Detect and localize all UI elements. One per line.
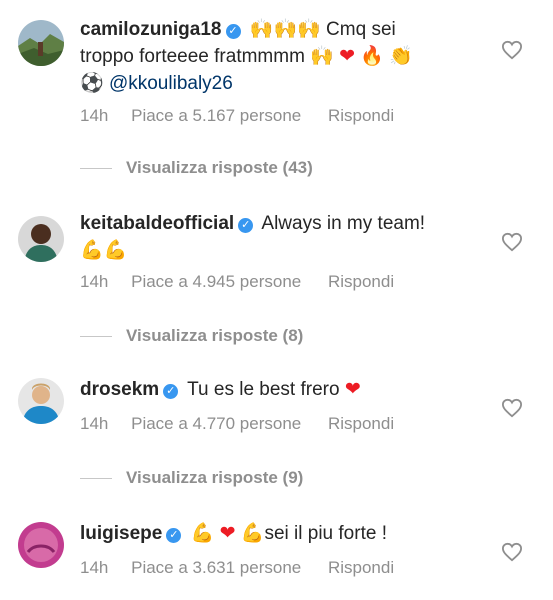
username[interactable]: drosekm	[80, 379, 159, 400]
comment-body: luigisepe ✓ 💪 ❤ 💪sei il piu forte !	[80, 520, 493, 547]
view-replies-label: Visualizza risposte (43)	[126, 158, 313, 177]
comment-text: Cmq sei	[326, 19, 396, 40]
likes-count[interactable]: Piace a 4.770 persone	[131, 414, 301, 433]
flexed-biceps-icon: 💪💪	[80, 239, 128, 261]
divider-line	[80, 335, 112, 337]
divider-line	[80, 477, 112, 479]
comment-text: troppo forteeee fratmmmm	[80, 46, 305, 67]
timestamp: 14h	[80, 414, 109, 433]
view-replies-label: Visualizza risposte (8)	[126, 326, 304, 345]
comment-body: camilozuniga18 ✓ 🙌🙌🙌 Cmq sei troppo forte…	[80, 16, 493, 97]
reply-button[interactable]: Rispondi	[328, 558, 394, 577]
heart-outline-icon[interactable]	[501, 40, 523, 60]
comment-text: sei il piu forte !	[264, 523, 387, 544]
heart-outline-icon[interactable]	[501, 542, 523, 562]
view-replies-button[interactable]: Visualizza risposte (9)	[80, 468, 303, 488]
reply-button[interactable]: Rispondi	[328, 272, 394, 291]
comment-meta: 14h Piace a 5.167 persone Rispondi	[80, 106, 416, 126]
comment-luigisepe: luigisepe ✓ 💪 ❤ 💪sei il piu forte ! 14h P…	[0, 516, 553, 600]
verified-badge-icon: ✓	[238, 218, 254, 233]
timestamp: 14h	[80, 558, 109, 577]
verified-badge-icon: ✓	[163, 384, 179, 399]
raising-hands-icon: 🙌	[310, 45, 334, 67]
divider-line	[80, 167, 112, 169]
likes-count[interactable]: Piace a 4.945 persone	[131, 272, 301, 291]
username[interactable]: camilozuniga18	[80, 19, 222, 40]
likes-count[interactable]: Piace a 3.631 persone	[131, 558, 301, 577]
timestamp: 14h	[80, 106, 109, 125]
comment-keitabaldeofficial: keitabaldeofficial ✓ Always in my team! 💪…	[0, 206, 553, 306]
username[interactable]: keitabaldeofficial	[80, 213, 234, 234]
timestamp: 14h	[80, 272, 109, 291]
comment-body: keitabaldeofficial ✓ Always in my team! 💪…	[80, 210, 493, 264]
fire-icon: 🔥	[360, 45, 385, 67]
red-heart-icon: ❤	[344, 378, 361, 400]
heart-outline-icon[interactable]	[501, 232, 523, 252]
likes-count[interactable]: Piace a 5.167 persone	[131, 106, 301, 125]
comment-camilozuniga18: camilozuniga18 ✓ 🙌🙌🙌 Cmq sei troppo forte…	[0, 12, 553, 132]
username[interactable]: luigisepe	[80, 523, 162, 544]
comment-meta: 14h Piace a 4.770 persone Rispondi	[80, 414, 416, 434]
comment-body: drosekm ✓ Tu es le best frero ❤	[80, 376, 493, 403]
heart-outline-icon[interactable]	[501, 398, 523, 418]
view-replies-button[interactable]: Visualizza risposte (8)	[80, 326, 303, 346]
mention-link[interactable]: @kkoulibaly26	[109, 73, 233, 94]
reply-button[interactable]: Rispondi	[328, 414, 394, 433]
flexed-biceps-icon: 💪	[190, 522, 215, 544]
red-heart-icon: ❤	[339, 45, 356, 67]
soccer-ball-icon: ⚽	[80, 72, 104, 94]
comment-drosekm: drosekm ✓ Tu es le best frero ❤ 14h Piace…	[0, 372, 553, 452]
comment-meta: 14h Piace a 4.945 persone Rispondi	[80, 272, 416, 292]
view-replies-label: Visualizza risposte (9)	[126, 468, 304, 487]
verified-badge-icon: ✓	[166, 528, 182, 543]
comment-text: Always in my team!	[261, 213, 426, 234]
comment-meta: 14h Piace a 3.631 persone Rispondi	[80, 558, 416, 578]
avatar-drosekm[interactable]	[18, 378, 64, 424]
avatar-luigisepe[interactable]	[18, 522, 64, 568]
clapping-hands-icon: 👏	[389, 45, 413, 67]
avatar-keitabaldeofficial[interactable]	[18, 216, 64, 262]
flexed-biceps-icon: 💪	[240, 522, 265, 544]
verified-badge-icon: ✓	[225, 24, 241, 39]
comment-text: Tu es le best frero	[187, 379, 340, 400]
avatar-camilozuniga18[interactable]	[18, 20, 64, 66]
view-replies-button[interactable]: Visualizza risposte (43)	[80, 158, 313, 178]
reply-button[interactable]: Rispondi	[328, 106, 394, 125]
red-heart-icon: ❤	[219, 522, 236, 544]
raising-hands-icon: 🙌🙌🙌	[249, 18, 321, 40]
